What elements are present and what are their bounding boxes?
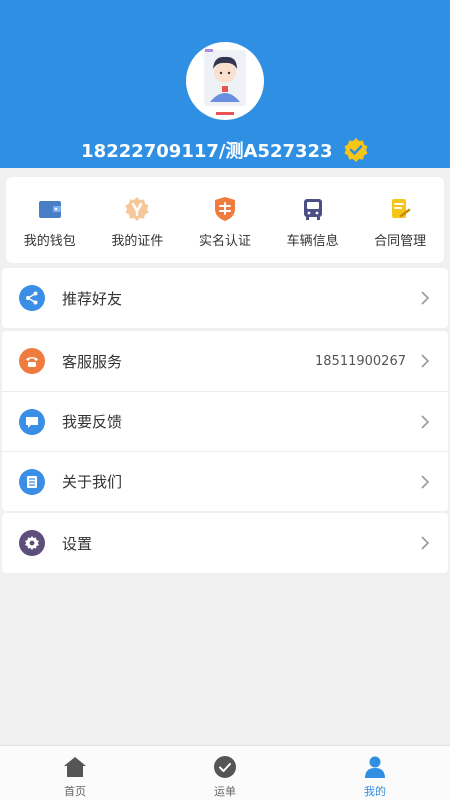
menu-item-label: 设置 <box>62 534 93 553</box>
certificate-icon <box>125 197 149 221</box>
user-info-text: 18222709117/测A527323 <box>81 141 333 162</box>
menu-item-feedback[interactable]: 我要反馈 <box>2 391 448 451</box>
menu-item-label: 我要反馈 <box>62 413 123 431</box>
quick-action-label: 合同管理 <box>374 234 427 249</box>
menu-card-settings: 设置 <box>2 513 448 573</box>
chevron-right-icon <box>421 354 430 368</box>
user-avatar-icon <box>204 49 246 115</box>
quick-action-wallet[interactable]: 我的钱包 <box>6 177 94 263</box>
menu-item-label: 推荐好友 <box>62 289 123 308</box>
bottom-tab-bar: 首页 运单 我的 <box>0 745 450 800</box>
tab-label: 首页 <box>64 785 86 798</box>
chevron-right-icon <box>421 475 430 489</box>
menu-card-support: 客服服务 18511900267 我要反馈 关于我们 <box>2 331 448 511</box>
menu-item-settings[interactable]: 设置 <box>2 513 448 573</box>
check-circle-icon <box>214 756 236 778</box>
phone-icon <box>19 348 45 374</box>
tab-waybill[interactable]: 运单 <box>150 746 300 800</box>
user-info: 18222709117/测A527323 <box>0 137 450 163</box>
menu-item-label: 关于我们 <box>62 473 123 491</box>
tab-label: 我的 <box>364 785 386 798</box>
chevron-right-icon <box>421 415 430 429</box>
chat-icon <box>19 409 45 435</box>
quick-actions-card: 我的钱包 我的证件 实名认证 车辆信息 合同管理 <box>6 177 444 263</box>
bus-icon <box>303 199 322 220</box>
quick-action-vehicle[interactable]: 车辆信息 <box>269 177 357 263</box>
menu-card-recommend: 推荐好友 <box>2 268 448 328</box>
quick-action-label: 实名认证 <box>198 234 251 249</box>
quick-action-label: 车辆信息 <box>286 234 339 249</box>
avatar[interactable] <box>186 42 264 120</box>
menu-item-about[interactable]: 关于我们 <box>2 451 448 511</box>
quick-action-label: 我的钱包 <box>23 234 76 249</box>
service-phone-number[interactable]: 18511900267 <box>315 354 406 369</box>
quick-action-certificate[interactable]: 我的证件 <box>94 177 182 263</box>
home-icon <box>64 757 86 777</box>
share-icon <box>19 285 45 311</box>
real-name-shield-icon <box>214 197 235 221</box>
gear-icon <box>19 530 45 556</box>
chevron-right-icon <box>421 291 430 305</box>
menu-item-service[interactable]: 客服服务 18511900267 <box>2 331 448 391</box>
tab-label: 运单 <box>214 785 236 798</box>
contract-icon <box>392 199 411 218</box>
chevron-right-icon <box>421 536 430 550</box>
profile-header: 18222709117/测A527323 <box>0 0 450 168</box>
verified-badge-icon <box>344 138 368 162</box>
quick-action-label: 我的证件 <box>111 234 164 249</box>
quick-action-real-name[interactable]: 实名认证 <box>181 177 269 263</box>
menu-item-label: 客服服务 <box>62 352 123 371</box>
list-icon <box>19 469 45 495</box>
person-icon <box>365 756 385 778</box>
quick-action-contract[interactable]: 合同管理 <box>356 177 444 263</box>
menu-item-recommend[interactable]: 推荐好友 <box>2 268 448 328</box>
tab-mine[interactable]: 我的 <box>300 746 450 800</box>
tab-home[interactable]: 首页 <box>0 746 150 800</box>
wallet-icon <box>38 201 61 218</box>
